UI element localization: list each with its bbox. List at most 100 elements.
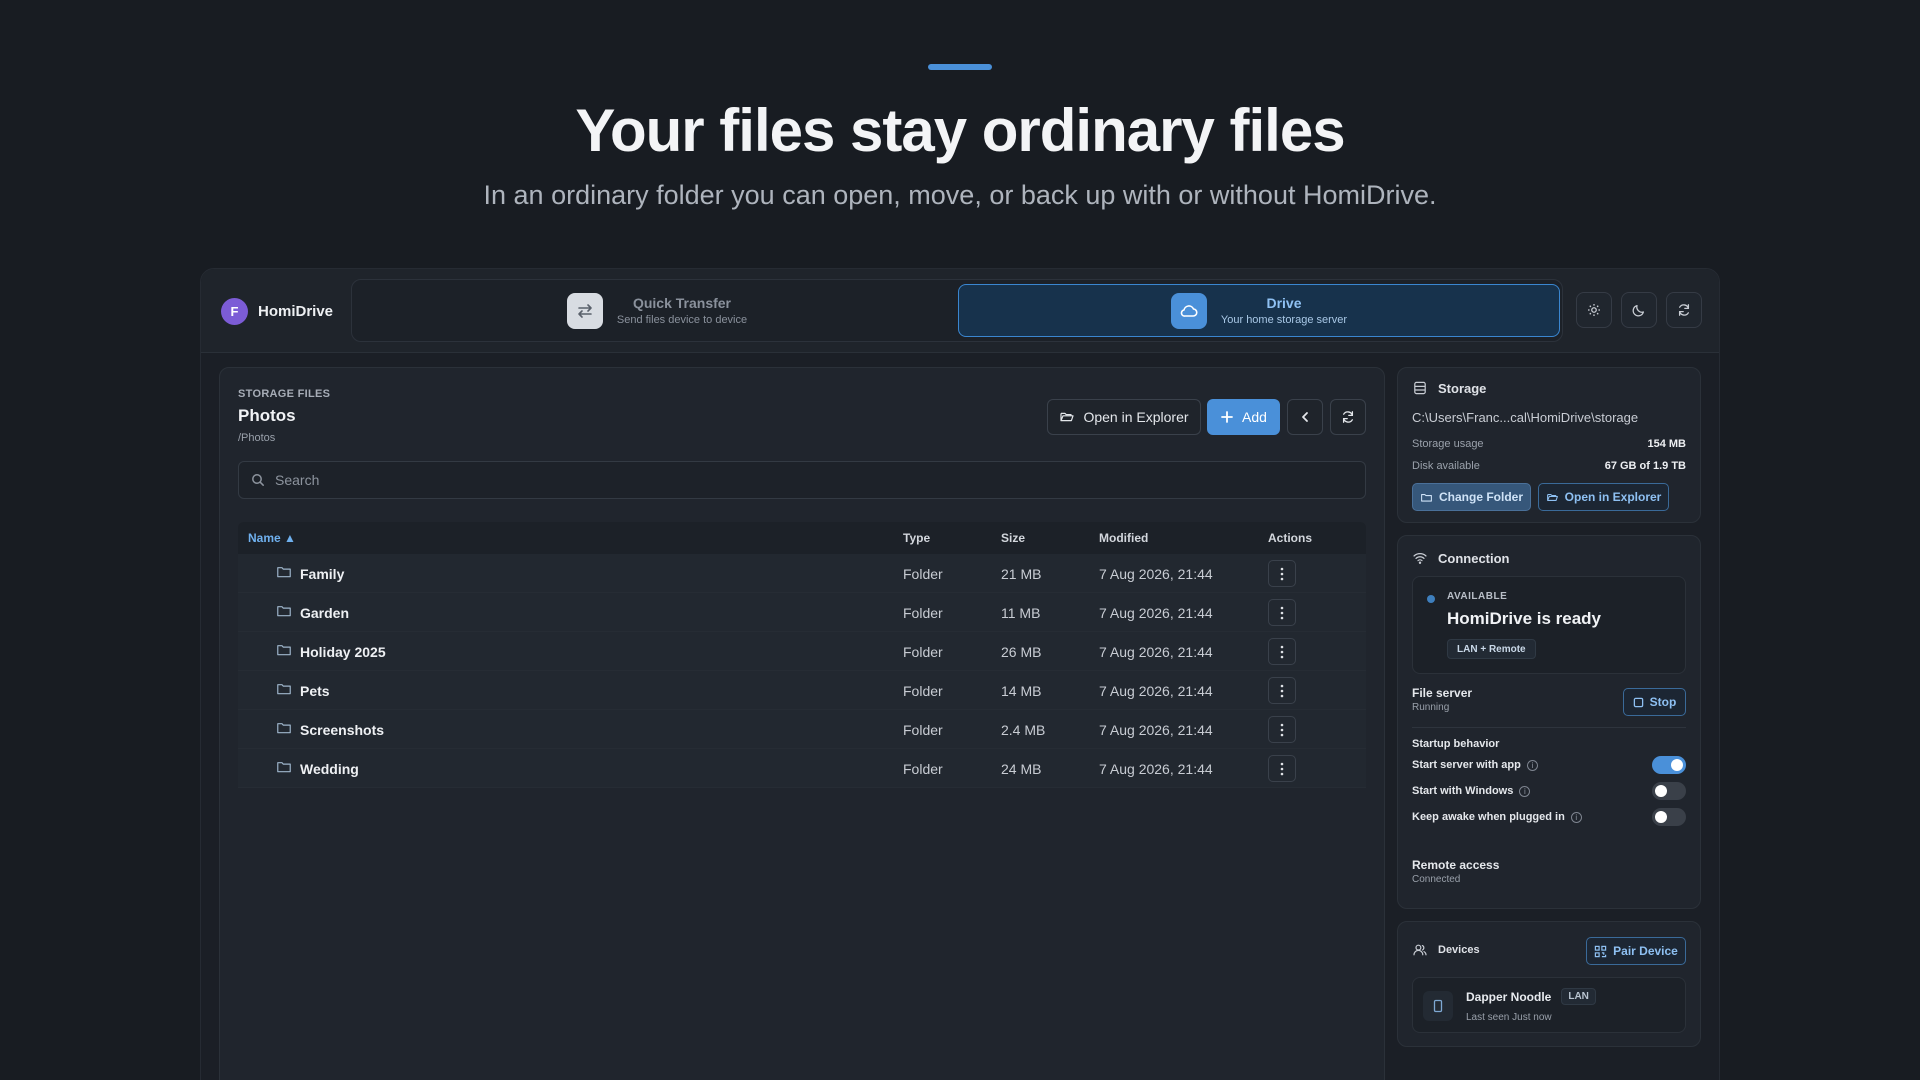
column-modified-header[interactable]: Modified <box>1099 531 1148 545</box>
settings-button[interactable] <box>1576 292 1612 328</box>
file-server-label: File server <box>1412 686 1473 700</box>
storage-path: C:\Users\Franc...cal\HomiDrive\storage <box>1412 410 1639 425</box>
startup-option-text: Keep awake when plugged in <box>1412 811 1565 823</box>
table-row[interactable]: Holiday 2025 Folder 26 MB 7 Aug 2026, 21… <box>238 632 1366 671</box>
mode-quick-transfer[interactable]: Quick Transfer Send files device to devi… <box>356 284 958 337</box>
refresh-app-button[interactable] <box>1666 292 1702 328</box>
folder-icon <box>276 565 292 582</box>
file-name[interactable]: Wedding <box>300 761 359 777</box>
file-type: Folder <box>903 605 943 621</box>
column-name-header[interactable]: Name ▲ <box>248 531 296 545</box>
file-name[interactable]: Screenshots <box>300 722 384 738</box>
folder-open-icon <box>1546 493 1558 501</box>
pair-device-button[interactable]: Pair Device <box>1586 937 1686 965</box>
refresh-files-button[interactable] <box>1330 399 1366 435</box>
devices-card: Devices Pair Device Dapper Noodle LAN La… <box>1397 921 1701 1047</box>
folder-icon <box>276 760 292 777</box>
hero-title: Your files stay ordinary files <box>575 97 1345 164</box>
file-modified: 7 Aug 2026, 21:44 <box>1099 605 1213 621</box>
status-dot <box>1427 595 1435 603</box>
device-name: Dapper Noodle <box>1466 989 1552 1004</box>
disk-available-value: 67 GB of 1.9 TB <box>1604 460 1686 472</box>
file-size: 21 MB <box>1001 566 1042 582</box>
row-actions-button[interactable] <box>1268 599 1296 626</box>
device-last-seen: Last seen Just now <box>1466 1012 1552 1023</box>
disk-available-label: Disk available <box>1412 460 1480 472</box>
search-placeholder: Search <box>275 472 320 488</box>
pair-device-label: Pair Device <box>1613 944 1678 958</box>
toggle-knob <box>1655 811 1667 823</box>
folder-icon <box>276 643 292 660</box>
stop-icon <box>1633 697 1643 707</box>
row-actions-button[interactable] <box>1268 716 1296 743</box>
file-name[interactable]: Holiday 2025 <box>300 644 386 660</box>
info-icon[interactable]: i <box>1519 785 1531 797</box>
table-row[interactable]: Pets Folder 14 MB 7 Aug 2026, 21:44 <box>238 671 1366 710</box>
column-type-header[interactable]: Type <box>903 531 930 545</box>
devices-title: Devices <box>1438 944 1480 956</box>
search-icon <box>252 474 264 486</box>
more-vertical-icon <box>1280 606 1284 619</box>
open-in-explorer-button[interactable]: Open in Explorer <box>1047 399 1201 435</box>
row-actions-button[interactable] <box>1268 560 1296 587</box>
storage-open-in-explorer-label: Open in Explorer <box>1564 490 1662 504</box>
top-bar: F HomiDrive Quick Transfer Send files de… <box>201 269 1719 353</box>
table-row[interactable]: Garden Folder 11 MB 7 Aug 2026, 21:44 <box>238 593 1366 632</box>
file-type: Folder <box>903 644 943 660</box>
row-actions-button[interactable] <box>1268 677 1296 704</box>
change-folder-button[interactable]: Change Folder <box>1412 483 1531 511</box>
startup-behavior-label: Startup behavior <box>1412 738 1500 750</box>
add-button[interactable]: Add <box>1207 399 1280 435</box>
mode-quick-transfer-title: Quick Transfer <box>632 295 732 311</box>
folder-icon <box>276 604 292 621</box>
startup-option-toggle[interactable] <box>1652 782 1686 800</box>
device-item[interactable]: Dapper Noodle LAN Last seen Just now <box>1412 977 1686 1033</box>
info-icon[interactable]: i <box>1526 759 1538 771</box>
stop-server-button[interactable]: Stop <box>1623 688 1686 716</box>
row-actions-button[interactable] <box>1268 755 1296 782</box>
phone-icon <box>1423 991 1453 1021</box>
storage-title: Storage <box>1438 380 1487 396</box>
status-box: AVAILABLE HomiDrive is ready LAN + Remot… <box>1412 576 1686 674</box>
table-row[interactable]: Family Folder 21 MB 7 Aug 2026, 21:44 <box>238 554 1366 593</box>
file-size: 26 MB <box>1001 644 1042 660</box>
table-row[interactable]: Wedding Folder 24 MB 7 Aug 2026, 21:44 <box>238 749 1366 788</box>
row-actions-button[interactable] <box>1268 638 1296 665</box>
app-name: HomiDrive <box>258 303 334 320</box>
file-type: Folder <box>903 722 943 738</box>
status-title: HomiDrive is ready <box>1447 609 1602 628</box>
user-avatar[interactable]: F <box>221 298 248 325</box>
file-size: 2.4 MB <box>1001 722 1046 738</box>
file-type: Folder <box>903 761 943 777</box>
files-table: Name ▲ Type Size Modified Actions Family… <box>238 522 1366 788</box>
table-row[interactable]: Screenshots Folder 2.4 MB 7 Aug 2026, 21… <box>238 710 1366 749</box>
column-size-header[interactable]: Size <box>1001 531 1025 545</box>
status-label: AVAILABLE <box>1447 591 1508 602</box>
storage-open-in-explorer-button[interactable]: Open in Explorer <box>1538 483 1669 511</box>
add-label: Add <box>1242 409 1267 425</box>
folder-icon <box>276 682 292 699</box>
file-name[interactable]: Garden <box>300 605 349 621</box>
more-vertical-icon <box>1280 567 1284 580</box>
file-name[interactable]: Family <box>300 566 344 582</box>
search-input[interactable]: Search <box>238 461 1366 499</box>
file-size: 11 MB <box>1001 605 1041 621</box>
chevron-left-icon <box>1302 412 1308 422</box>
back-button[interactable] <box>1287 399 1323 435</box>
toggle-knob <box>1671 759 1683 771</box>
theme-toggle-button[interactable] <box>1621 292 1657 328</box>
transfer-icon <box>566 292 603 329</box>
file-type: Folder <box>903 683 943 699</box>
plus-icon <box>1221 411 1233 423</box>
file-name[interactable]: Pets <box>300 683 330 699</box>
folder-open-icon <box>1060 412 1075 422</box>
info-icon[interactable]: i <box>1570 811 1582 823</box>
startup-option-toggle[interactable] <box>1652 756 1686 774</box>
table-header: Name ▲ Type Size Modified Actions <box>238 522 1366 554</box>
storage-card: Storage C:\Users\Franc...cal\HomiDrive\s… <box>1397 367 1701 523</box>
mode-drive[interactable]: Drive Your home storage server <box>958 284 1560 337</box>
startup-option-toggle[interactable] <box>1652 808 1686 826</box>
file-size: 24 MB <box>1001 761 1042 777</box>
connection-title: Connection <box>1438 550 1510 566</box>
wifi-icon <box>1413 553 1427 565</box>
